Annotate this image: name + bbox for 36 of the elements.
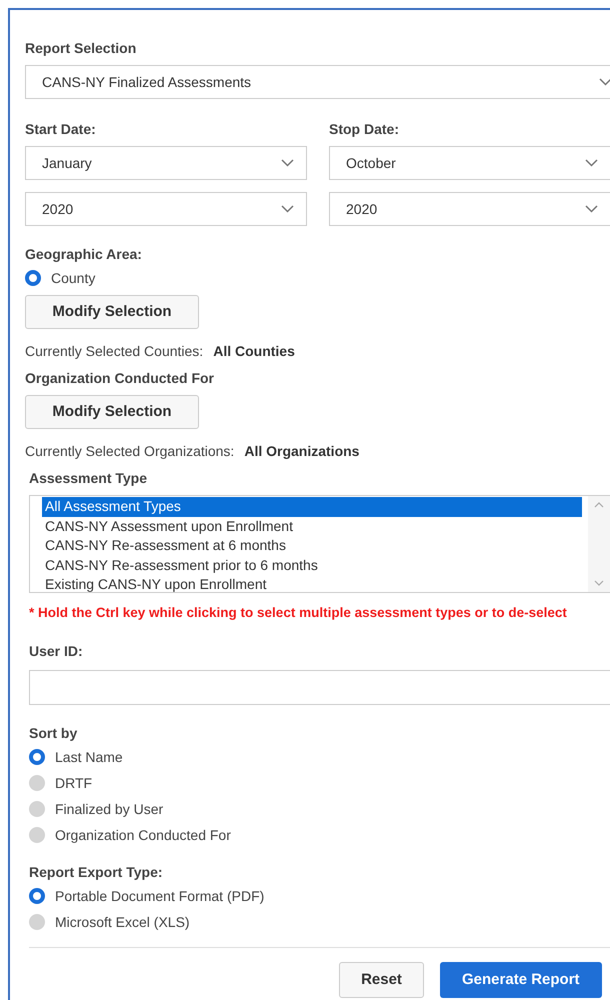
- radio-label: Organization Conducted For: [55, 826, 231, 845]
- radio-label: DRTF: [55, 774, 92, 793]
- field-label: Report Export Type:: [29, 863, 164, 882]
- assessment-type-list[interactable]: All Assessment Types CANS-NY Assessment upon Enrollment CANS-NY Re-assessment at 6 months CANS-NY Re-assessment prior to 6 months Existing CANS-NY upon Enrollment: [29, 495, 610, 593]
- field-value: All Counties: [213, 342, 295, 361]
- dropdown-select[interactable]: 2020: [329, 192, 610, 226]
- field-label: Geographic Area:: [25, 245, 143, 264]
- field-label: Stop Date:: [329, 120, 400, 139]
- list-option[interactable]: CANS-NY Assessment upon Enrollment: [42, 516, 582, 536]
- modify-selection-button[interactable]: Modify Selection: [25, 395, 199, 429]
- dropdown-select[interactable]: October: [329, 146, 610, 180]
- field-label: User ID:: [29, 642, 84, 662]
- dropdown-select[interactable]: 2020: [25, 192, 307, 226]
- field-label: Currently Selected Organizations:: [25, 442, 234, 461]
- radio-label: County: [51, 268, 96, 288]
- generate-report-button[interactable]: Generate Report: [440, 962, 602, 998]
- field-label: Organization Conducted For: [25, 369, 215, 388]
- radio-label: Finalized by User: [55, 800, 164, 819]
- field-label: Start Date:: [25, 120, 97, 139]
- list-option[interactable]: CANS-NY Re-assessment prior to 6 months: [42, 556, 582, 575]
- list-option[interactable]: CANS-NY Re-assessment at 6 months: [42, 536, 582, 556]
- modify-selection-button[interactable]: Modify Selection: [25, 295, 199, 329]
- dropdown-select[interactable]: CANS-NY Finalized Assessments: [25, 65, 610, 99]
- hint-text: * Hold the Ctrl key while clicking to select multiple assessment types or to de-select: [29, 604, 568, 622]
- list-option[interactable]: All Assessment Types: [42, 497, 582, 516]
- field-value: All Organizations: [244, 442, 360, 461]
- field-label: Sort by: [29, 724, 78, 744]
- list-option[interactable]: Existing CANS-NY upon Enrollment: [42, 575, 582, 594]
- radio-label: Last Name: [55, 748, 123, 767]
- field-label: Report Selection: [25, 39, 138, 58]
- radio-label: Microsoft Excel (XLS): [55, 912, 190, 932]
- reset-button[interactable]: Reset: [339, 962, 424, 998]
- radio-label: Portable Document Format (PDF): [55, 886, 264, 906]
- field-label: Currently Selected Counties:: [25, 342, 204, 361]
- field-label: Assessment Type: [29, 469, 148, 488]
- dropdown-select[interactable]: January: [25, 146, 307, 180]
